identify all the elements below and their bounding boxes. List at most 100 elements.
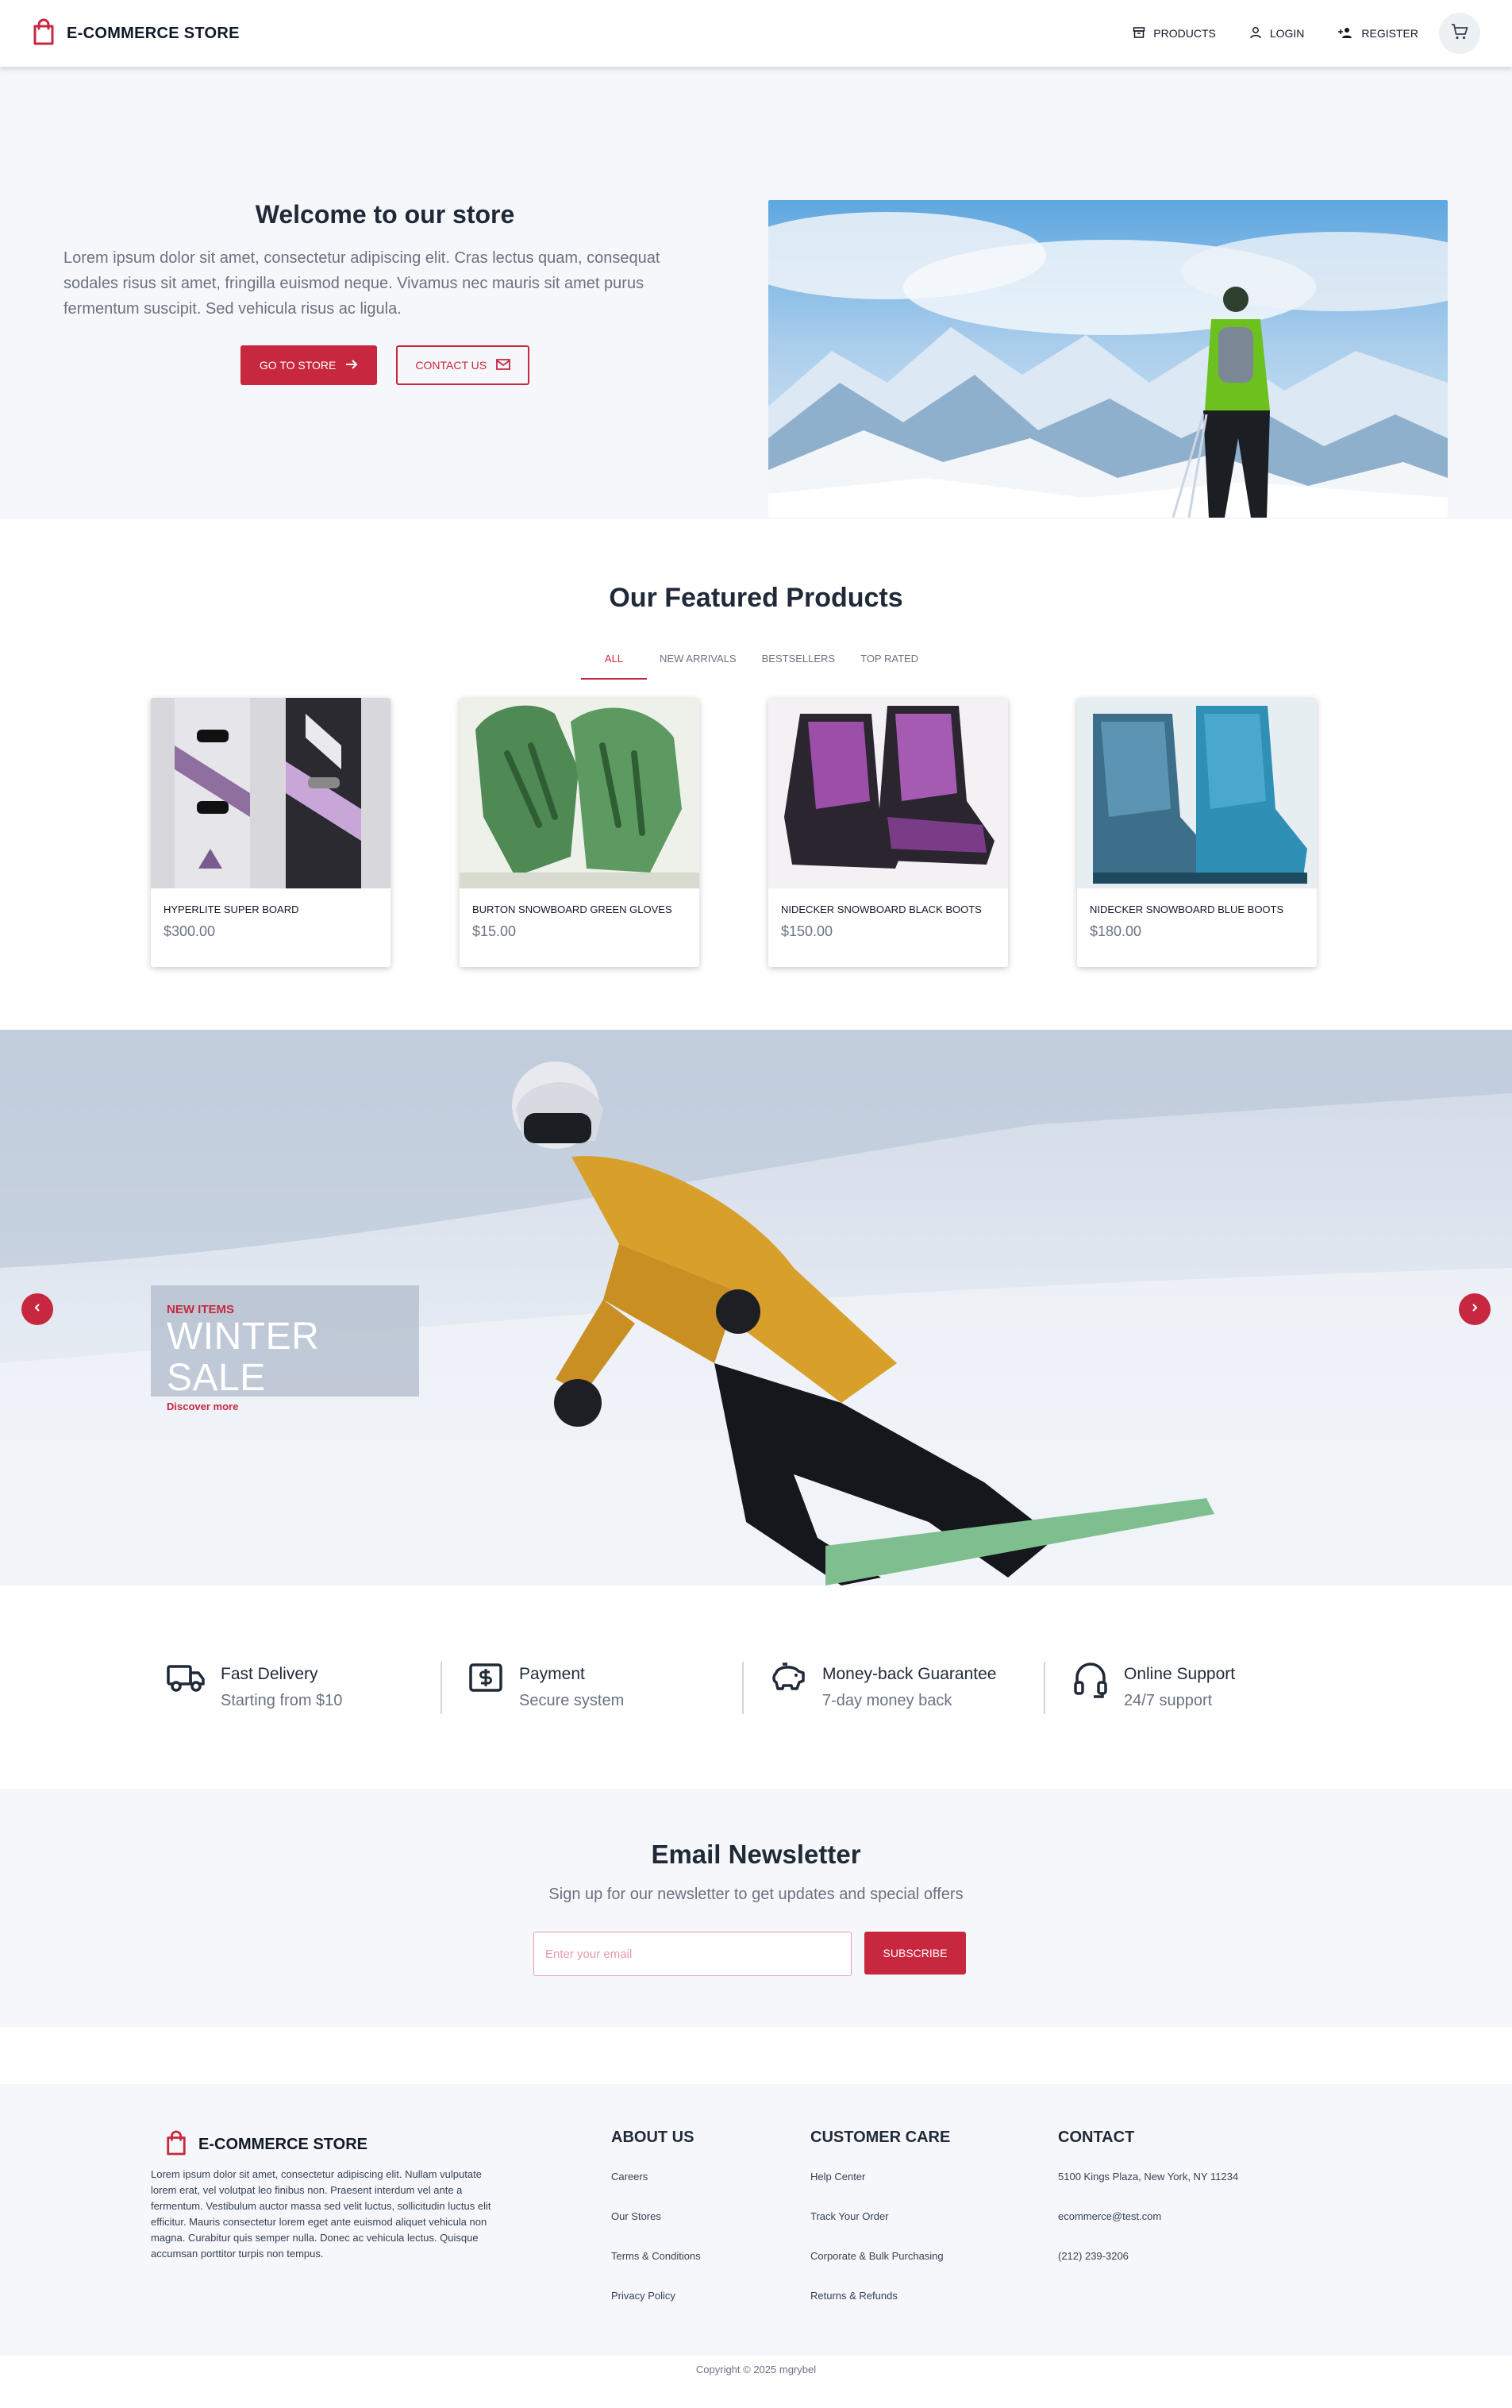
contact-phone[interactable]: (212) 239-3206 <box>1058 2250 1238 2290</box>
dollar-icon <box>468 1662 503 1710</box>
contact-us-button[interactable]: CONTACT US <box>396 345 530 385</box>
discover-more-link[interactable]: Discover more <box>167 1400 403 1412</box>
feature-divider <box>742 1662 744 1714</box>
footer-description: Lorem ipsum dolor sit amet, consectetur … <box>151 2168 491 2260</box>
footer-column-contact: CONTACT 5100 Kings Plaza, New York, NY 1… <box>1058 2129 1238 2290</box>
cart-button[interactable] <box>1439 13 1480 54</box>
footer-link[interactable]: Terms & Conditions <box>611 2250 701 2290</box>
contact-address: 5100 Kings Plaza, New York, NY 11234 <box>1058 2171 1239 2183</box>
mail-icon <box>496 358 510 372</box>
footer-link[interactable]: Privacy Policy <box>611 2290 701 2329</box>
shopping-bag-icon <box>165 2130 187 2159</box>
product-card[interactable]: BURTON SNOWBOARD GREEN GLOVES $15.00 <box>460 698 699 967</box>
product-image-blue-boots <box>1077 698 1317 888</box>
carousel-prev-button[interactable] <box>21 1293 53 1325</box>
product-price: $300.00 <box>164 923 216 939</box>
feature-title: Payment <box>519 1665 585 1683</box>
nav-login[interactable]: LOGIN <box>1249 26 1304 41</box>
contact-email[interactable]: ecommerce@test.com <box>1058 2210 1238 2250</box>
piggy-bank-icon <box>770 1662 806 1710</box>
site-footer: E-COMMERCE STORE Lorem ipsum dolor sit a… <box>0 2084 1512 2356</box>
copyright: Copyright © 2025 mgrybel <box>0 2356 1512 2400</box>
cart-icon <box>1450 22 1469 45</box>
product-price: $180.00 <box>1090 923 1142 939</box>
banner-eyebrow: NEW ITEMS <box>167 1303 234 1316</box>
footer-link[interactable]: Track Your Order <box>810 2210 950 2250</box>
footer-link[interactable]: Corporate & Bulk Purchasing <box>810 2250 950 2290</box>
featured-products-section: Our Featured Products ALL NEW ARRIVALS B… <box>0 519 1512 1030</box>
newsletter-subtitle: Sign up for our newsletter to get update… <box>548 1886 964 1903</box>
features-section: Fast Delivery Starting from $10 Payment … <box>0 1585 1512 1789</box>
product-image-black-boots <box>768 698 1008 888</box>
product-card[interactable]: HYPERLITE SUPER BOARD $300.00 <box>151 698 391 967</box>
feature-subtitle: Starting from $10 <box>221 1692 343 1709</box>
newsletter-title: Email Newsletter <box>651 1840 861 1869</box>
hero-image-skier <box>768 200 1448 518</box>
main-nav: PRODUCTS LOGIN REGISTER <box>1133 13 1480 54</box>
footer-link[interactable]: Returns & Refunds <box>810 2290 950 2329</box>
hero-content: Welcome to our store Lorem ipsum dolor s… <box>63 200 706 385</box>
footer-column-customer-care: CUSTOMER CARE Help Center Track Your Ord… <box>810 2129 950 2329</box>
user-plus-icon <box>1337 26 1353 41</box>
tab-bestsellers[interactable]: BESTSELLERS <box>749 646 848 680</box>
nav-register[interactable]: REGISTER <box>1337 26 1418 41</box>
chevron-left-icon <box>33 1302 42 1316</box>
feature-subtitle: 7-day money back <box>822 1692 952 1709</box>
tab-top-rated[interactable]: TOP RATED <box>848 646 931 680</box>
feature-divider <box>1044 1662 1045 1714</box>
product-name: HYPERLITE SUPER BOARD <box>164 903 299 915</box>
tab-new-arrivals[interactable]: NEW ARRIVALS <box>647 646 749 680</box>
product-name: NIDECKER SNOWBOARD BLACK BOOTS <box>781 903 982 915</box>
nav-products-label: PRODUCTS <box>1153 27 1216 40</box>
feature-payment: Payment Secure system <box>468 1662 624 1710</box>
footer-column-about: ABOUT US Careers Our Stores Terms & Cond… <box>611 2129 701 2329</box>
feature-subtitle: 24/7 support <box>1124 1692 1213 1709</box>
newsletter-form: SUBSCRIBE <box>533 1932 966 1976</box>
section-spacer <box>0 2027 1512 2084</box>
brand-logo-link[interactable]: E-COMMERCE STORE <box>32 18 240 49</box>
product-tabs: ALL NEW ARRIVALS BESTSELLERS TOP RATED <box>0 646 1512 680</box>
feature-title: Fast Delivery <box>221 1665 318 1683</box>
footer-column-title: CUSTOMER CARE <box>810 2129 951 2146</box>
footer-link[interactable]: Careers <box>611 2171 701 2210</box>
carousel-next-button[interactable] <box>1459 1293 1491 1325</box>
chevron-right-icon <box>1470 1302 1479 1316</box>
nav-products[interactable]: PRODUCTS <box>1133 26 1216 41</box>
box-icon <box>1133 26 1145 41</box>
product-name: NIDECKER SNOWBOARD BLUE BOOTS <box>1090 903 1284 915</box>
product-card[interactable]: NIDECKER SNOWBOARD BLACK BOOTS $150.00 <box>768 698 1008 967</box>
feature-fast-delivery: Fast Delivery Starting from $10 <box>167 1662 342 1710</box>
feature-title: Online Support <box>1124 1665 1236 1683</box>
hero-title: Welcome to our store <box>255 200 515 229</box>
newsletter-section: Email Newsletter Sign up for our newslet… <box>0 1789 1512 2027</box>
footer-brand[interactable]: E-COMMERCE STORE <box>165 2130 367 2159</box>
feature-subtitle: Secure system <box>519 1692 625 1709</box>
nav-register-label: REGISTER <box>1361 27 1418 40</box>
brand-title: E-COMMERCE STORE <box>67 24 240 42</box>
footer-link[interactable]: Help Center <box>810 2171 950 2210</box>
subscribe-button[interactable]: SUBSCRIBE <box>864 1932 966 1975</box>
footer-column-title: CONTACT <box>1058 2129 1135 2146</box>
footer-column-title: ABOUT US <box>611 2129 694 2146</box>
headset-icon <box>1073 1662 1108 1710</box>
product-price: $150.00 <box>781 923 833 939</box>
go-to-store-button[interactable]: GO TO STORE <box>240 345 378 385</box>
winter-sale-banner: NEW ITEMS WINTER SALE Discover more <box>0 1030 1512 1585</box>
email-field[interactable] <box>533 1932 852 1976</box>
site-header: E-COMMERCE STORE PRODUCTS LOGIN REGISTER <box>0 0 1512 67</box>
feature-money-back: Money-back Guarantee 7-day money back <box>770 1662 996 1710</box>
tab-all[interactable]: ALL <box>580 646 648 680</box>
product-price: $15.00 <box>472 923 517 939</box>
product-card[interactable]: NIDECKER SNOWBOARD BLUE BOOTS $180.00 <box>1077 698 1317 967</box>
arrow-right-icon <box>345 359 358 372</box>
truck-icon <box>167 1662 205 1710</box>
contact-us-label: CONTACT US <box>415 359 487 372</box>
product-image-snowboard <box>151 698 391 888</box>
hero-text: Lorem ipsum dolor sit amet, consectetur … <box>63 249 660 318</box>
banner-title: WINTER SALE <box>167 1316 320 1399</box>
footer-link[interactable]: Our Stores <box>611 2210 701 2250</box>
user-icon <box>1249 26 1262 41</box>
feature-online-support: Online Support 24/7 support <box>1073 1662 1235 1710</box>
hero-buttons: GO TO STORE CONTACT US <box>63 345 706 385</box>
featured-title: Our Featured Products <box>609 583 903 613</box>
